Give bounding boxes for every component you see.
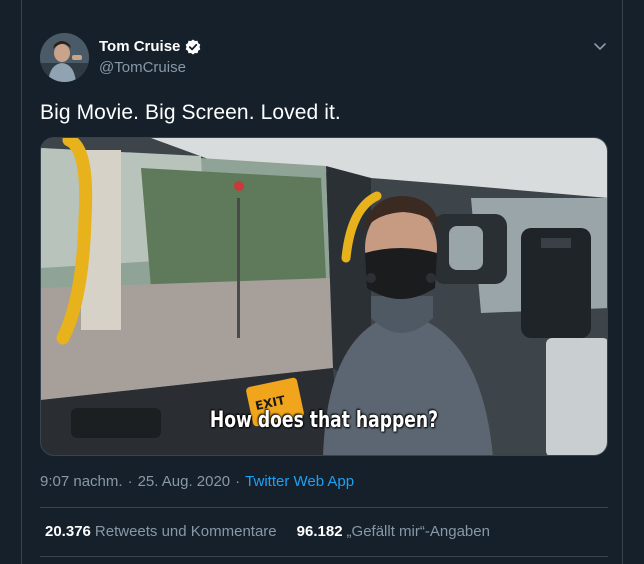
likes-label: „Gefällt mir“-Angaben [346,523,490,540]
display-name[interactable]: Tom Cruise [99,38,180,55]
divider [40,556,608,557]
avatar-image [40,33,89,82]
retweets-count: 20.376 [45,523,91,540]
likes-stat[interactable]: 96.182 „Gefällt mir“-Angaben [297,523,490,540]
verified-badge-icon [185,39,201,55]
tweet-stats: 20.376 Retweets und Kommentare 96.182 „G… [45,523,510,540]
meta-separator: · [127,473,133,490]
author-name-row[interactable]: Tom Cruise [99,38,201,55]
tweet-date[interactable]: 25. Aug. 2020 [138,473,231,490]
divider [40,507,608,508]
tweet-source-link[interactable]: Twitter Web App [245,473,354,490]
meta-separator: · [235,473,241,490]
likes-count: 96.182 [296,523,343,540]
video-subtitle: How does that happen? [209,408,439,433]
handle[interactable]: @TomCruise [99,59,186,76]
tweet-time[interactable]: 9:07 nachm. [40,473,123,490]
retweets-stat[interactable]: 20.376 Retweets und Kommentare [45,523,277,540]
tweet-text: Big Movie. Big Screen. Loved it. [40,101,341,124]
chevron-down-icon[interactable] [590,36,610,56]
tweet-video[interactable]: EXIT How does that happen? [40,137,608,456]
tweet-metadata: 9:07 nachm. · 25. Aug. 2020 · Twitter We… [40,473,354,490]
avatar[interactable] [40,33,89,82]
retweets-label: Retweets und Kommentare [94,523,277,540]
